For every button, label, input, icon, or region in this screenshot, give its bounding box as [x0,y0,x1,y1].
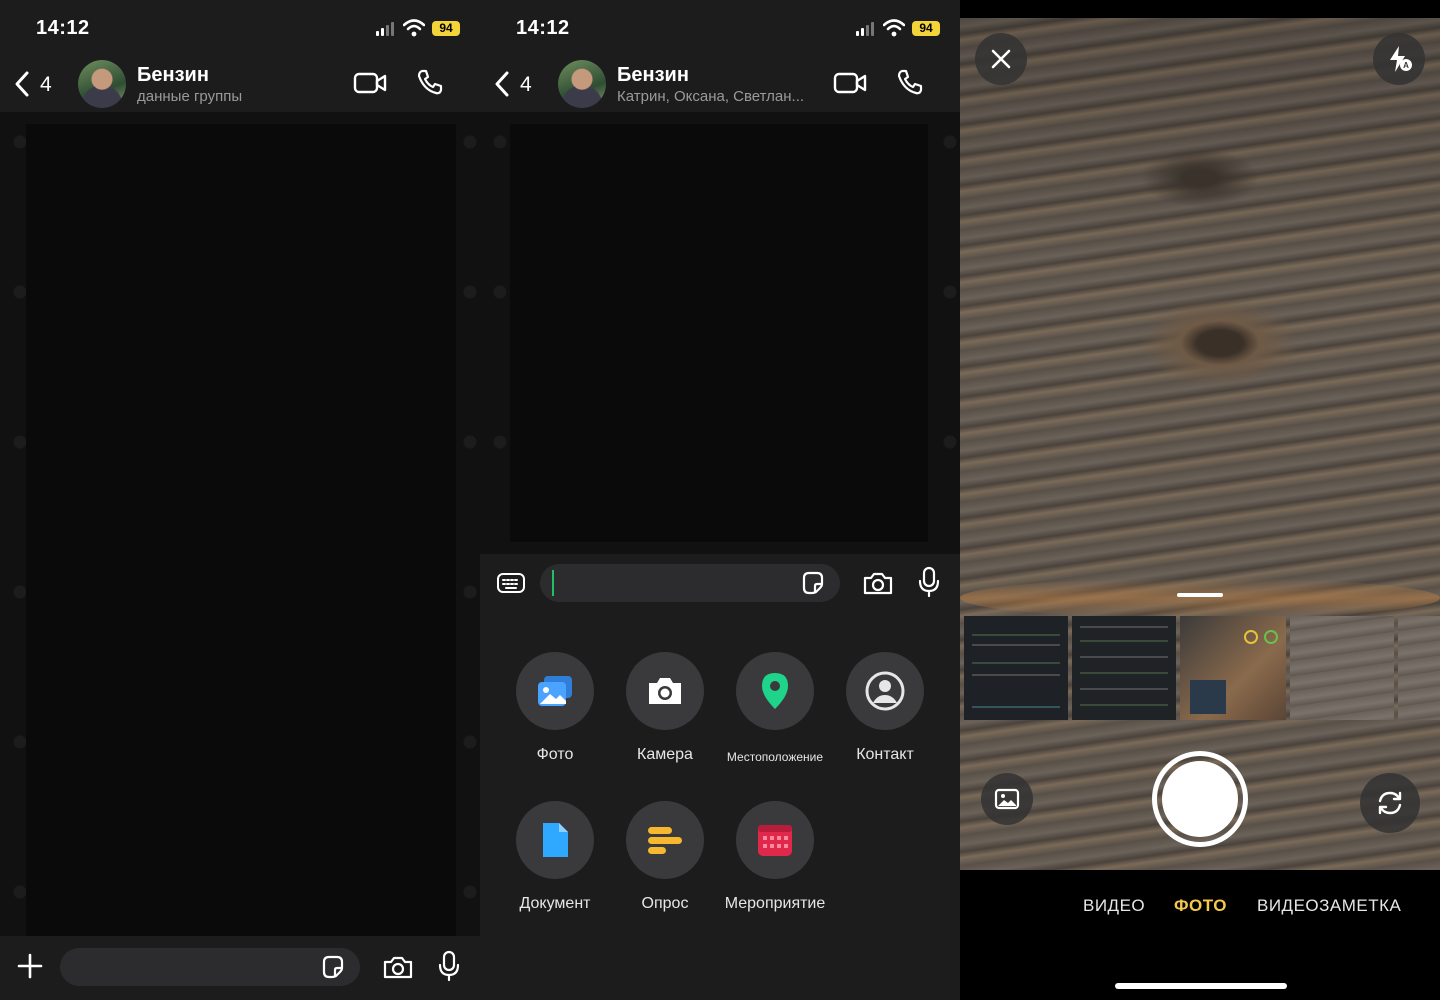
microphone-icon[interactable] [438,950,460,982]
status-time: 14:12 [36,17,90,39]
camera-icon [649,678,681,704]
wifi-icon [883,19,905,37]
recent-photo-thumbnail[interactable] [1398,616,1440,720]
chat-header: 14:12 94 4 Бензин Катрин, Оксана, Светла… [480,0,960,112]
camera-screen: A ВИДЕО ФОТО ВИДЕОЗАМЕТКА [960,0,1440,1000]
voice-call-icon[interactable] [896,68,924,96]
close-icon [991,49,1011,69]
redacted-area [510,124,928,542]
attach-poll-label: Опрос [641,895,689,912]
close-camera-button[interactable] [975,33,1027,85]
attach-camera-label: Камера [637,746,693,763]
attach-camera-button[interactable]: Камера [610,652,720,764]
chat-screen-info: 14:12 94 4 Бензин данные группы [0,0,480,1000]
flash-auto-icon: A [1390,46,1412,72]
contact-icon [865,671,905,711]
attach-event-label: Мероприятие [724,895,826,912]
status-time: 14:12 [516,17,570,39]
recent-photo-thumbnail[interactable] [964,616,1068,720]
attach-document-label: Документ [519,895,591,912]
location-pin-icon [762,673,788,709]
gallery-button[interactable] [981,773,1033,825]
video-call-icon[interactable] [833,70,867,96]
camera-icon[interactable] [862,570,894,596]
wifi-icon [403,19,425,37]
attach-event-button[interactable]: Мероприятие [720,801,830,913]
message-input[interactable] [540,564,840,602]
photo-icon [538,676,572,706]
attach-poll-button[interactable]: Опрос [610,801,720,913]
camera-icon[interactable] [382,954,414,980]
attachment-sheet: Фото Камера Местоположение Контакт Докум… [480,554,960,1000]
chat-members: Катрин, Оксана, Светлан... [617,88,805,105]
video-call-icon[interactable] [353,70,387,96]
back-unread-count[interactable]: 4 [520,73,532,97]
message-input[interactable] [60,948,360,986]
switch-camera-button[interactable] [1360,773,1420,833]
gallery-icon [994,788,1020,810]
recent-photos-strip [960,616,1440,720]
recent-photo-thumbnail[interactable] [1072,616,1176,720]
cellular-signal-icon [376,22,396,36]
voice-call-icon[interactable] [416,68,444,96]
chat-header: 14:12 94 4 Бензин данные группы [0,0,480,112]
attach-location-button[interactable]: Местоположение [720,652,830,764]
recent-photo-thumbnail[interactable] [1290,616,1394,720]
attach-contact-button[interactable]: Контакт [830,652,940,764]
message-composer [0,936,480,1000]
chat-screen-attach: 14:12 94 4 Бензин Катрин, Оксана, Светла… [480,0,960,1000]
switch-camera-icon [1378,791,1402,815]
chat-subtitle: данные группы [137,88,243,105]
redacted-area [26,124,456,936]
group-avatar[interactable] [558,60,606,108]
attach-photo-button[interactable]: Фото [500,652,610,764]
sticker-icon[interactable] [800,570,826,596]
gallery-drag-handle[interactable] [1177,593,1223,597]
chat-title[interactable]: Бензин [137,64,209,87]
cellular-signal-icon [856,22,876,36]
back-unread-count[interactable]: 4 [40,73,52,97]
attach-photo-label: Фото [536,746,574,763]
back-chevron-icon[interactable] [492,70,512,98]
chat-title[interactable]: Бензин [617,64,689,87]
recent-photo-thumbnail[interactable] [1180,616,1286,720]
attach-contact-label: Контакт [856,746,914,763]
sticker-icon[interactable] [320,954,346,980]
attach-document-button[interactable]: Документ [500,801,610,913]
plus-icon[interactable] [16,952,44,980]
mode-video[interactable]: ВИДЕО [1083,896,1145,916]
mode-video-note[interactable]: ВИДЕОЗАМЕТКА [1257,896,1401,916]
camera-viewfinder[interactable] [960,18,1440,870]
back-chevron-icon[interactable] [12,70,32,98]
battery-indicator: 94 [912,21,940,36]
svg-text:A: A [1403,61,1409,70]
keyboard-icon[interactable] [496,572,526,594]
text-cursor [552,570,554,596]
poll-icon [648,827,682,854]
home-indicator [1115,983,1287,989]
document-icon [543,823,568,857]
microphone-icon[interactable] [918,566,940,598]
attach-location-label: Местоположение [726,750,824,764]
event-calendar-icon [758,825,792,856]
battery-indicator: 94 [432,21,460,36]
shutter-button[interactable] [1152,751,1248,847]
camera-mode-bar [960,870,1440,1000]
mode-photo[interactable]: ФОТО [1174,896,1227,916]
flash-auto-button[interactable]: A [1373,33,1425,85]
group-avatar[interactable] [78,60,126,108]
